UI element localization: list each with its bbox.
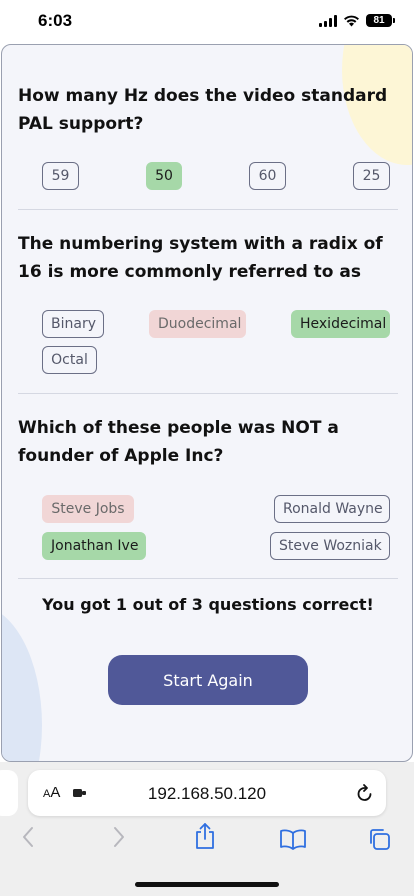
tabs-icon[interactable]	[367, 827, 391, 851]
previous-tab-preview[interactable]	[0, 770, 18, 816]
decorative-blob-bottom	[2, 605, 42, 761]
question-1-option-60[interactable]: 60	[249, 162, 286, 190]
wifi-icon	[344, 15, 359, 26]
status-bar: 6:03 81	[0, 0, 414, 44]
bookmarks-icon[interactable]	[279, 828, 307, 850]
question-1-option-50[interactable]: 50	[146, 162, 182, 190]
battery-icon: 81	[366, 14, 395, 27]
status-icons: 81	[319, 14, 395, 27]
question-1-option-25[interactable]: 25	[353, 162, 390, 190]
start-again-button[interactable]: Start Again	[108, 655, 308, 705]
divider	[18, 209, 398, 210]
question-3-text: Which of these people was NOT a founder …	[18, 418, 339, 466]
browser-toolbar: AA 192.168.50.120	[0, 762, 414, 896]
status-time: 6:03	[38, 11, 73, 30]
question-2-text: The numbering system with a radix of 16 …	[18, 234, 383, 282]
question-3-option-steve-wozniak[interactable]: Steve Wozniak	[270, 532, 390, 560]
cellular-signal-icon	[319, 14, 337, 27]
back-icon[interactable]	[21, 826, 35, 848]
question-3-option-steve-jobs[interactable]: Steve Jobs	[42, 495, 134, 523]
question-1-option-59[interactable]: 59	[42, 162, 79, 190]
question-2-option-octal[interactable]: Octal	[42, 346, 97, 374]
url-text[interactable]: 192.168.50.120	[28, 784, 386, 804]
quiz-panel: How many Hz does the video standard PAL …	[1, 44, 413, 762]
address-bar[interactable]: AA 192.168.50.120	[28, 770, 386, 816]
home-indicator[interactable]	[135, 882, 279, 887]
question-3-option-ronald-wayne[interactable]: Ronald Wayne	[274, 495, 390, 523]
question-2-option-binary[interactable]: Binary	[42, 310, 104, 338]
question-2-option-hexidecimal[interactable]: Hexidecimal	[291, 310, 390, 338]
reload-icon[interactable]	[356, 783, 374, 803]
result-message: You got 1 out of 3 questions correct!	[42, 595, 374, 614]
divider	[18, 393, 398, 394]
divider	[18, 578, 398, 579]
question-3-option-jonathan-ive[interactable]: Jonathan Ive	[42, 532, 146, 560]
question-1-text: How many Hz does the video standard PAL …	[18, 86, 388, 134]
forward-icon[interactable]	[112, 826, 126, 848]
question-2-option-duodecimal[interactable]: Duodecimal	[149, 310, 246, 338]
share-icon[interactable]	[193, 822, 217, 850]
